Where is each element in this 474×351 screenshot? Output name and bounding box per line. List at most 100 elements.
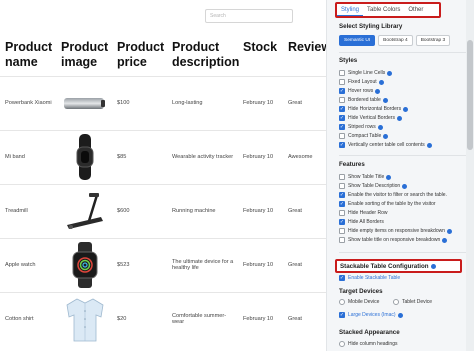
cell-review: Great bbox=[283, 291, 326, 346]
column-header-description[interactable]: Product description bbox=[167, 30, 239, 76]
feature-option[interactable]: ✓ Enable sorting of the table by the visi… bbox=[339, 201, 436, 207]
checkbox[interactable] bbox=[339, 174, 345, 180]
cell-name: Powerbank Xiaomi bbox=[0, 75, 56, 130]
info-icon[interactable] bbox=[375, 88, 381, 94]
feature-option[interactable]: Show Table Description bbox=[339, 183, 408, 189]
scrollbar-thumb[interactable] bbox=[467, 40, 473, 150]
checkbox-checked[interactable]: ✓ bbox=[339, 219, 345, 225]
option-label: Enable Stackable Table bbox=[348, 275, 401, 281]
table-header-row: Product name Product image Product price… bbox=[0, 30, 326, 76]
cell-description: Long-lasting bbox=[167, 75, 238, 130]
checkbox[interactable] bbox=[339, 299, 345, 305]
checkbox-checked[interactable]: ✓ bbox=[339, 312, 345, 318]
column-header-image[interactable]: Product image bbox=[56, 30, 112, 76]
cell-name: Apple watch bbox=[0, 237, 56, 292]
option-label: Hover rows bbox=[348, 88, 374, 94]
info-icon[interactable] bbox=[397, 312, 403, 318]
cell-description: The ultimate device for a healthy life bbox=[167, 237, 238, 292]
feature-option[interactable]: ✓ Hide All Borders bbox=[339, 219, 384, 225]
device-option-tablet[interactable]: Tablet Device bbox=[393, 299, 432, 305]
style-option[interactable]: ✓ Vertically center table cell contents bbox=[339, 142, 432, 148]
table-row: Apple watch $523 The ultimate device for… bbox=[0, 237, 326, 292]
panel-scrollbar[interactable] bbox=[466, 0, 474, 351]
checkbox-checked[interactable]: ✓ bbox=[339, 275, 345, 281]
column-header-price[interactable]: Product price bbox=[112, 30, 167, 76]
column-header-stock[interactable]: Stock bbox=[238, 30, 283, 76]
feature-option[interactable]: Hide empty items on responsive breakdown bbox=[339, 228, 452, 234]
style-option[interactable]: Compact Table bbox=[339, 133, 389, 139]
option-label: Striped rows bbox=[348, 124, 376, 130]
stackable-config-header: Stackable Table Configuration bbox=[335, 259, 462, 273]
style-option[interactable]: Fixed Layout bbox=[339, 79, 384, 85]
info-icon[interactable] bbox=[402, 183, 408, 189]
checkbox[interactable] bbox=[339, 237, 345, 243]
option-label: Fixed Layout bbox=[348, 79, 377, 85]
shirt-image bbox=[61, 295, 109, 343]
checkbox-checked[interactable]: ✓ bbox=[339, 124, 345, 130]
style-option[interactable]: ✓ Striped rows bbox=[339, 124, 383, 130]
cell-price: $600 bbox=[112, 183, 167, 238]
info-icon[interactable] bbox=[442, 237, 448, 243]
library-semantic-ui-button[interactable]: Semantic UI bbox=[339, 35, 376, 46]
checkbox[interactable] bbox=[339, 341, 345, 347]
style-option[interactable]: Bordered table bbox=[339, 97, 388, 103]
info-icon[interactable] bbox=[383, 133, 389, 139]
checkbox[interactable] bbox=[393, 299, 399, 305]
feature-option[interactable]: Hide Header Row bbox=[339, 210, 387, 216]
style-option[interactable]: ✓ Hide Horizontal Borders bbox=[339, 106, 409, 112]
info-icon[interactable] bbox=[377, 124, 383, 130]
smartwatch-image bbox=[61, 241, 109, 289]
checkbox-checked[interactable]: ✓ bbox=[339, 192, 345, 198]
checkbox[interactable] bbox=[339, 183, 345, 189]
style-option[interactable]: ✓ Hover rows bbox=[339, 88, 381, 94]
device-option-large[interactable]: ✓ Large Devices (Imac) bbox=[339, 312, 403, 318]
style-option[interactable]: ✓ Hide Vertical Borders bbox=[339, 115, 402, 121]
feature-option[interactable]: Show Table Title bbox=[339, 174, 392, 180]
option-label: Enable sorting of the table by the visit… bbox=[348, 201, 436, 207]
option-label: Bordered table bbox=[348, 97, 381, 103]
checkbox-checked[interactable]: ✓ bbox=[339, 115, 345, 121]
info-icon[interactable] bbox=[386, 174, 392, 180]
checkbox[interactable] bbox=[339, 79, 345, 85]
checkbox[interactable] bbox=[339, 97, 345, 103]
feature-option[interactable]: Show table title on responsive breakdown bbox=[339, 237, 448, 243]
info-icon[interactable] bbox=[430, 263, 436, 269]
checkbox-checked[interactable]: ✓ bbox=[339, 106, 345, 112]
info-icon[interactable] bbox=[396, 115, 402, 121]
info-icon[interactable] bbox=[403, 106, 409, 112]
column-header-name[interactable]: Product name bbox=[0, 30, 56, 76]
table-row: Treadmill $600 Running machine February … bbox=[0, 183, 326, 238]
stacked-appearance-title: Stacked Appearance bbox=[339, 329, 400, 336]
info-icon[interactable] bbox=[378, 79, 384, 85]
checkbox-checked[interactable]: ✓ bbox=[339, 201, 345, 207]
column-header-review[interactable]: Review bbox=[283, 30, 326, 76]
option-label: Hide column headings bbox=[348, 341, 398, 347]
library-bootstrap4-button[interactable]: Bootstrap 4 bbox=[378, 35, 413, 46]
option-label: Hide Vertical Borders bbox=[348, 115, 395, 121]
checkbox[interactable] bbox=[339, 228, 345, 234]
checkbox[interactable] bbox=[339, 210, 345, 216]
tab-table-colors[interactable]: Table Colors bbox=[363, 4, 404, 16]
search-input[interactable] bbox=[205, 9, 293, 23]
settings-panel: Styling Table Colors Other Select Stylin… bbox=[326, 0, 474, 351]
info-icon[interactable] bbox=[382, 97, 388, 103]
checkbox-checked[interactable]: ✓ bbox=[339, 88, 345, 94]
tab-styling[interactable]: Styling bbox=[337, 4, 364, 16]
feature-option[interactable]: ✓ Enable the visitor to filter or search … bbox=[339, 192, 447, 198]
option-label: Show Table Description bbox=[348, 183, 401, 189]
library-bootstrap3-button[interactable]: Bootstrap 3 bbox=[415, 35, 451, 46]
library-selector: Semantic UI Bootstrap 4 Bootstrap 3 bbox=[339, 35, 451, 46]
stacked-option[interactable]: Hide column headings bbox=[339, 341, 397, 347]
cell-review: Great bbox=[283, 75, 326, 130]
info-icon[interactable] bbox=[426, 142, 432, 148]
checkbox-checked[interactable]: ✓ bbox=[339, 142, 345, 148]
tab-other[interactable]: Other bbox=[404, 4, 427, 16]
table-preview: Product name Product image Product price… bbox=[0, 0, 326, 351]
info-icon[interactable] bbox=[387, 70, 393, 76]
device-option-mobile[interactable]: Mobile Device bbox=[339, 299, 379, 305]
style-option[interactable]: Single Line Cells bbox=[339, 70, 393, 76]
checkbox[interactable] bbox=[339, 70, 345, 76]
checkbox[interactable] bbox=[339, 133, 345, 139]
enable-stackable-option[interactable]: ✓ Enable Stackable Table bbox=[339, 275, 400, 281]
info-icon[interactable] bbox=[447, 228, 452, 234]
